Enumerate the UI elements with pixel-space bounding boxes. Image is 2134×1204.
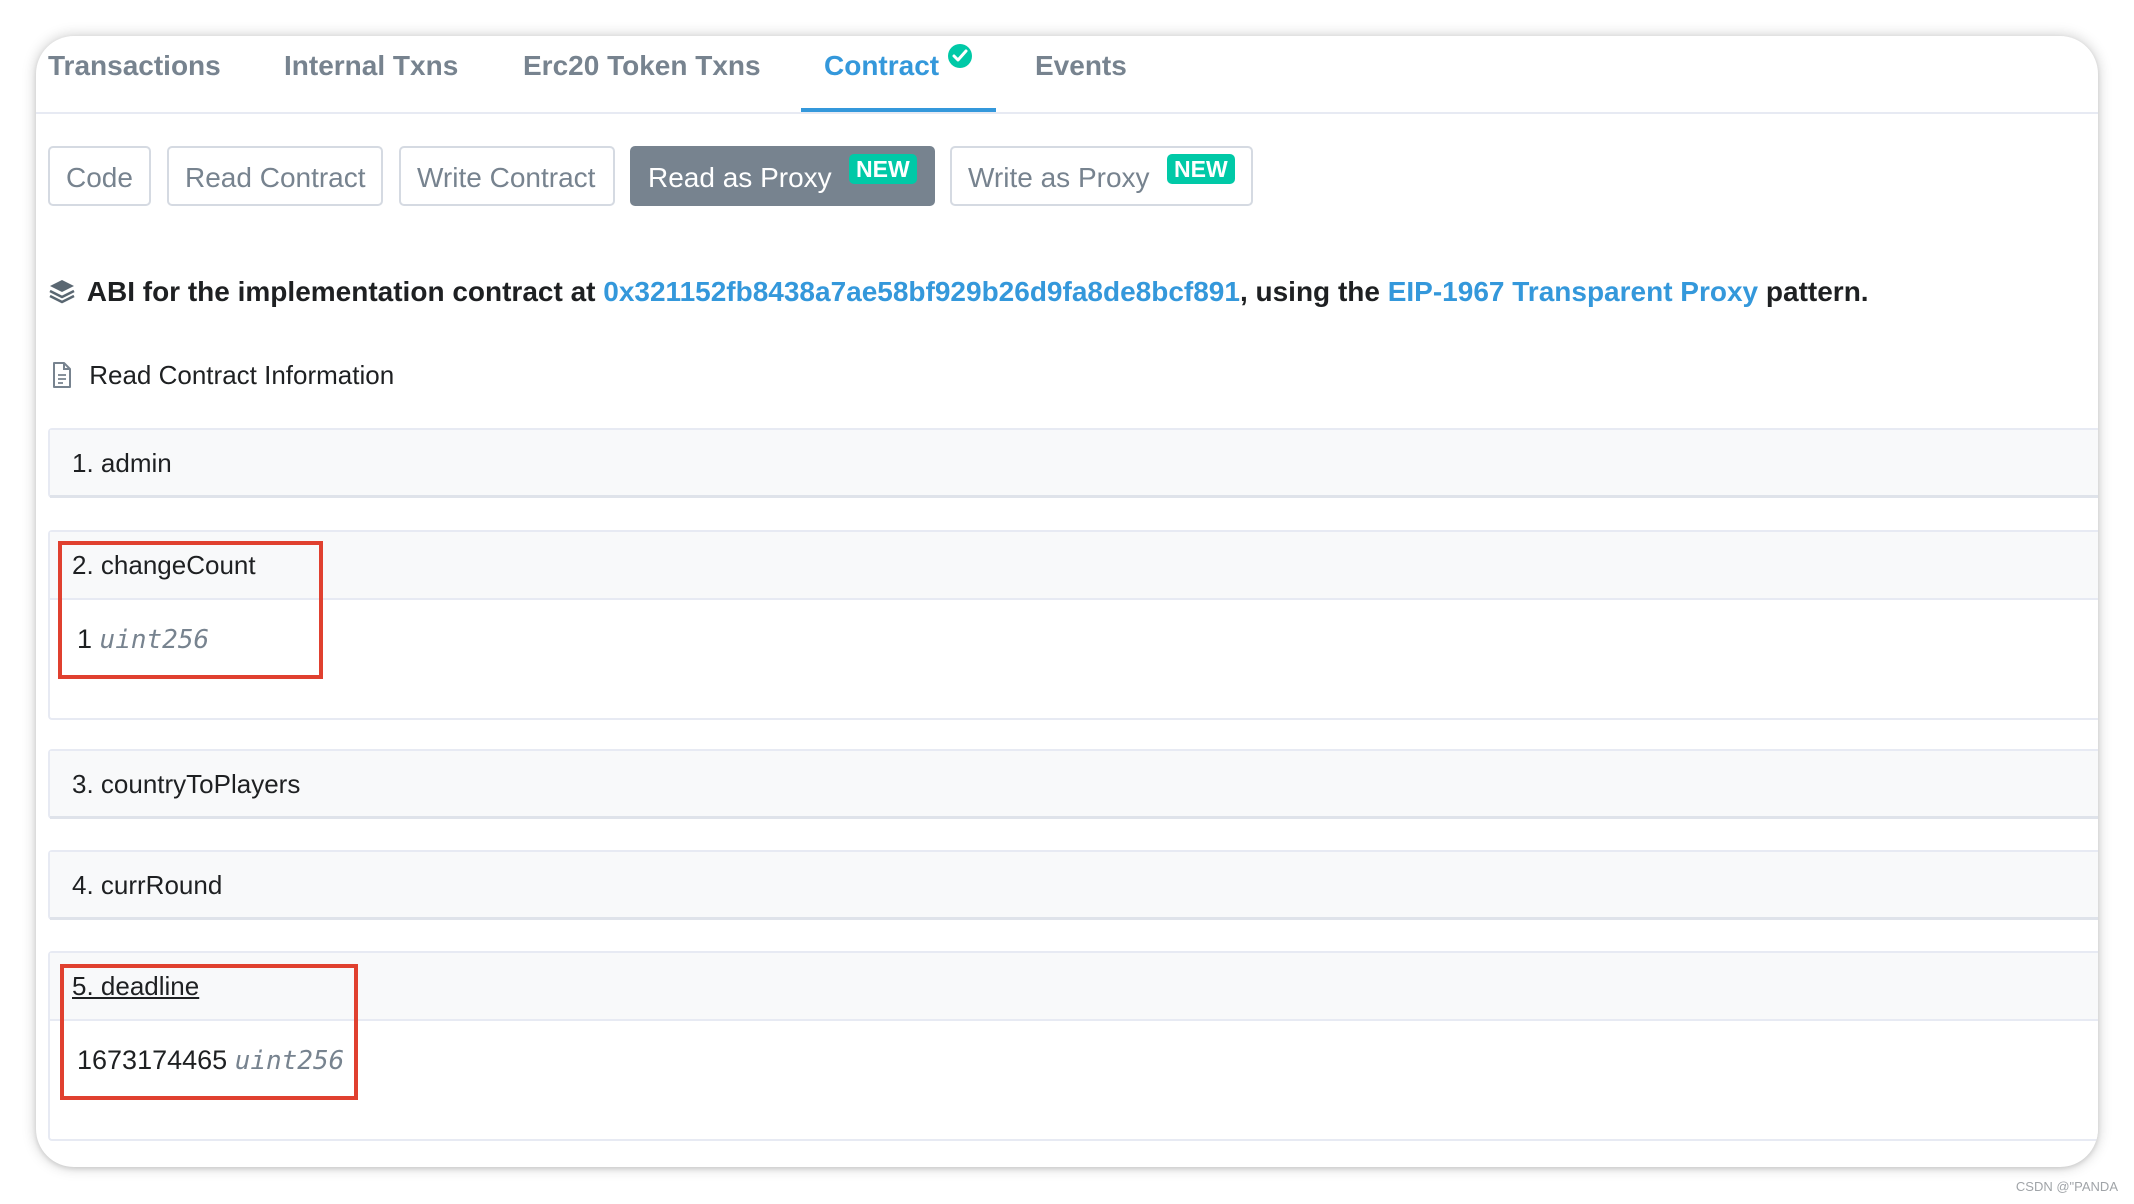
- verified-check-icon: [948, 44, 972, 68]
- function-panel-countrytoplayers: 3. countryToPlayers: [48, 749, 2098, 819]
- watermark-text: CSDN @"PANDA: [2015, 1179, 2118, 1194]
- function-panel-changecount: 2. changeCount 1 uint256: [48, 530, 2098, 720]
- highlight-box-changecount: [58, 541, 323, 679]
- abi-suffix-text: pattern.: [1765, 276, 1869, 307]
- abi-prefix-text: ABI for the implementation contract at: [86, 276, 596, 307]
- highlight-box-deadline: [60, 964, 358, 1100]
- function-header-countrytoplayers[interactable]: 3. countryToPlayers: [50, 751, 2098, 819]
- tab-erc20-token-txns[interactable]: Erc20 Token Txns: [523, 50, 761, 82]
- new-badge: NEW: [849, 154, 917, 184]
- tab-events[interactable]: Events: [1035, 50, 1127, 82]
- contract-card: Transactions Internal Txns Erc20 Token T…: [36, 36, 2098, 1167]
- read-contract-info-heading: Read Contract Information: [52, 360, 394, 395]
- read-contract-button[interactable]: Read Contract: [167, 146, 383, 206]
- write-as-proxy-button[interactable]: Write as Proxy NEW: [950, 146, 1253, 206]
- read-as-proxy-button[interactable]: Read as Proxy NEW: [630, 146, 935, 206]
- implementation-address-link[interactable]: 0x321152fb8438a7ae58bf929b26d9fa8de8bcf8…: [603, 276, 1240, 307]
- abi-info-line: ABI for the implementation contract at 0…: [48, 276, 1869, 312]
- tab-contract[interactable]: Contract: [824, 50, 939, 82]
- function-header-changecount[interactable]: 2. changeCount: [50, 532, 2098, 600]
- eip1967-proxy-link[interactable]: EIP-1967 Transparent Proxy: [1388, 276, 1758, 307]
- function-header-admin[interactable]: 1. admin: [50, 430, 2098, 498]
- tab-transactions[interactable]: Transactions: [48, 50, 221, 82]
- abi-middle-text: , using the: [1239, 276, 1380, 307]
- function-header-currround[interactable]: 4. currRound: [50, 852, 2098, 920]
- document-icon: [52, 362, 72, 395]
- function-panel-admin: 1. admin: [48, 428, 2098, 498]
- code-button[interactable]: Code: [48, 146, 151, 206]
- layers-icon: [48, 277, 76, 312]
- tab-bar: Transactions Internal Txns Erc20 Token T…: [36, 36, 2098, 114]
- read-as-proxy-label: Read as Proxy: [648, 162, 832, 193]
- function-result-changecount: 1 uint256: [50, 600, 2098, 655]
- write-contract-button[interactable]: Write Contract: [399, 146, 615, 206]
- section-title: Read Contract Information: [89, 360, 395, 390]
- new-badge: NEW: [1167, 154, 1235, 184]
- write-as-proxy-label: Write as Proxy: [968, 162, 1150, 193]
- function-panel-currround: 4. currRound: [48, 850, 2098, 920]
- active-tab-indicator: [801, 108, 996, 112]
- tab-internal-txns[interactable]: Internal Txns: [284, 50, 458, 82]
